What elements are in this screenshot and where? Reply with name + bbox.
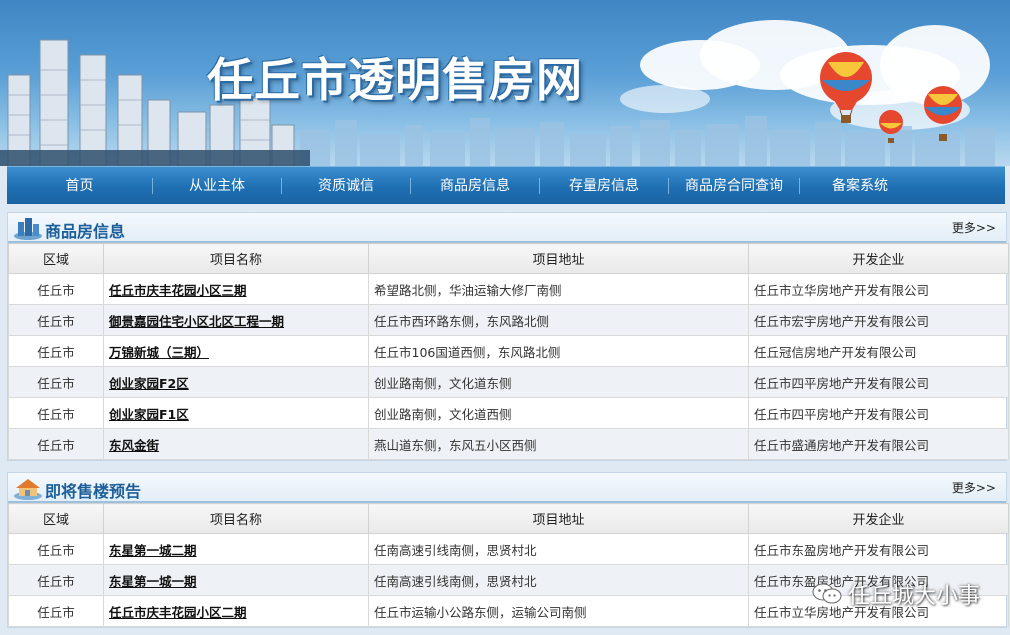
developer-cell: 任丘冠信房地产开发有限公司 [748,335,1009,367]
project-name-cell: 东风金街 [103,428,369,460]
project-link[interactable]: 东风金街 [109,438,159,453]
column-header: 项目地址 [368,503,749,534]
house-icon [14,479,42,500]
hot-air-balloon-icon [820,52,872,123]
section-header: 商品房信息 更多>> [8,213,1006,243]
table-row: 任丘市 东星第一城二期 任南高速引线南侧，思贤村北 任丘市东盈房地产开发有限公司 [8,533,1009,565]
table-row: 任丘市 万锦新城（三期） 任丘市106国道西侧，东风路北侧 任丘冠信房地产开发有… [8,335,1009,367]
address-cell: 任丘市西环路东侧，东风路北侧 [368,304,749,336]
project-name-cell: 创业家园F2区 [103,366,369,398]
column-header: 区域 [8,503,104,534]
table-header-row: 区域 项目名称 项目地址 开发企业 [8,503,1009,534]
nav-qualification[interactable]: 资质诚信 [282,167,410,205]
project-name-cell: 东星第一城一期 [103,564,369,596]
area-cell: 任丘市 [8,304,104,336]
developer-cell: 任丘市四平房地产开发有限公司 [748,366,1009,398]
site-title: 任丘市透明售房网 [207,53,583,107]
address-cell: 创业路南侧，文化道东侧 [368,366,749,398]
nav-new-housing[interactable]: 商品房信息 [411,167,539,205]
site-banner: 任丘市透明售房网 [0,0,1010,166]
housing-info-table: 区域 项目名称 项目地址 开发企业 任丘市 任丘市庆丰花园小区三期 希望路北侧，… [8,243,1009,460]
developer-cell: 任丘市盛通房地产开发有限公司 [748,428,1009,460]
table-header-row: 区域 项目名称 项目地址 开发企业 [8,243,1009,274]
developer-cell: 任丘市立华房地产开发有限公司 [748,273,1009,305]
column-header: 项目名称 [103,503,369,534]
project-link[interactable]: 万锦新城（三期） [109,345,209,360]
column-header: 项目地址 [368,243,749,274]
area-cell: 任丘市 [8,428,104,460]
section-header: 即将售楼预告 更多>> [8,473,1006,503]
address-cell: 希望路北侧，华油运输大修厂南侧 [368,273,749,305]
housing-info-section: 商品房信息 更多>> 区域 项目名称 项目地址 开发企业 任丘市 任丘市庆丰花园… [7,212,1009,461]
nav-contract-query[interactable]: 商品房合同查询 [669,167,799,205]
project-link[interactable]: 御景嘉园住宅小区北区工程一期 [109,314,284,329]
developer-cell: 任丘市东盈房地产开发有限公司 [748,533,1009,565]
main-nav: 首页 从业主体 资质诚信 商品房信息 存量房信息 商品房合同查询 备案系统 [7,166,1005,204]
developer-cell: 任丘市四平房地产开发有限公司 [748,397,1009,429]
area-cell: 任丘市 [8,595,104,627]
project-link[interactable]: 创业家园F1区 [109,407,189,422]
column-header: 开发企业 [748,243,1009,274]
hot-air-balloon-icon [879,110,903,143]
project-name-cell: 任丘市庆丰花园小区三期 [103,273,369,305]
area-cell: 任丘市 [8,366,104,398]
developer-cell: 任丘市宏宇房地产开发有限公司 [748,304,1009,336]
wechat-icon [812,583,842,604]
section-title: 即将售楼预告 [45,482,142,501]
project-link[interactable]: 东星第一城一期 [109,574,197,589]
table-row: 任丘市 御景嘉园住宅小区北区工程一期 任丘市西环路东侧，东风路北侧 任丘市宏宇房… [8,304,1009,336]
column-header: 项目名称 [103,243,369,274]
table-row: 任丘市 创业家园F1区 创业路南侧，文化道西侧 任丘市四平房地产开发有限公司 [8,397,1009,429]
project-link[interactable]: 东星第一城二期 [109,543,197,558]
table-row: 任丘市 东风金街 燕山道东侧，东风五小区西侧 任丘市盛通房地产开发有限公司 [8,428,1009,460]
more-link[interactable]: 更多>> [952,219,996,236]
area-cell: 任丘市 [8,273,104,305]
project-link[interactable]: 任丘市庆丰花园小区三期 [109,283,247,298]
nav-practitioners[interactable]: 从业主体 [153,167,281,205]
hot-air-balloon-icon [924,86,962,141]
project-link[interactable]: 任丘市庆丰花园小区二期 [109,605,247,620]
table-row: 任丘市 任丘市庆丰花园小区三期 希望路北侧，华油运输大修厂南侧 任丘市立华房地产… [8,273,1009,305]
project-name-cell: 任丘市庆丰花园小区二期 [103,595,369,627]
section-title: 商品房信息 [45,222,126,241]
column-header: 开发企业 [748,503,1009,534]
address-cell: 任丘市运输小公路东侧，运输公司南侧 [368,595,749,627]
address-cell: 任南高速引线南侧，思贤村北 [368,533,749,565]
address-cell: 创业路南侧，文化道西侧 [368,397,749,429]
column-header: 区域 [8,243,104,274]
nav-home[interactable]: 首页 [7,167,152,205]
nav-existing-housing[interactable]: 存量房信息 [540,167,668,205]
project-link[interactable]: 创业家园F2区 [109,376,189,391]
more-link[interactable]: 更多>> [952,479,996,496]
area-cell: 任丘市 [8,564,104,596]
area-cell: 任丘市 [8,533,104,565]
table-row: 任丘市 创业家园F2区 创业路南侧，文化道东侧 任丘市四平房地产开发有限公司 [8,366,1009,398]
address-cell: 燕山道东侧，东风五小区西侧 [368,428,749,460]
address-cell: 任丘市106国道西侧，东风路北侧 [368,335,749,367]
project-name-cell: 御景嘉园住宅小区北区工程一期 [103,304,369,336]
address-cell: 任南高速引线南侧，思贤村北 [368,564,749,596]
area-cell: 任丘市 [8,335,104,367]
project-name-cell: 万锦新城（三期） [103,335,369,367]
project-name-cell: 东星第一城二期 [103,533,369,565]
buildings-icon [14,218,42,240]
watermark: 任丘城大小事 [812,578,980,610]
nav-filing-system[interactable]: 备案系统 [800,167,920,205]
area-cell: 任丘市 [8,397,104,429]
watermark-text: 任丘城大小事 [847,584,980,609]
project-name-cell: 创业家园F1区 [103,397,369,429]
